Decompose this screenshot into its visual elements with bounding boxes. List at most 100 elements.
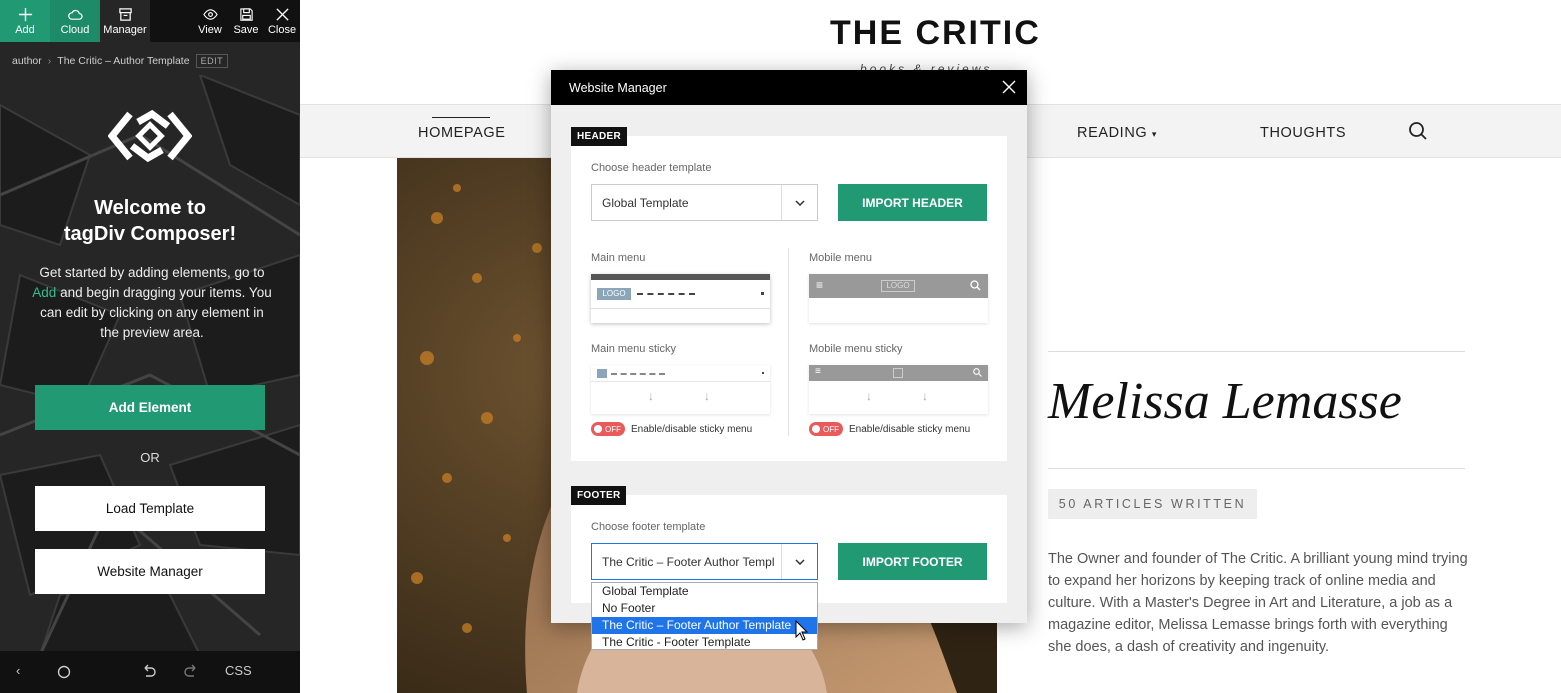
main-menu-sticky-label: Main menu sticky: [591, 343, 676, 355]
manager-button[interactable]: Manager: [100, 0, 150, 42]
nav-thoughts[interactable]: THOUGHTS: [1260, 125, 1346, 141]
mouse-cursor-icon: [795, 620, 809, 641]
toggle-switch[interactable]: OFF: [591, 422, 625, 436]
import-footer-button[interactable]: IMPORT FOOTER: [838, 543, 987, 580]
footer-template-label: Choose footer template: [591, 521, 706, 533]
dropdown-option[interactable]: The Critic - Footer Template: [592, 634, 817, 651]
footer-template-value: The Critic – Footer Author Templ: [602, 555, 775, 569]
arrow-down-icon: ↓: [704, 389, 710, 403]
header-section: HEADER Choose header template Global Tem…: [571, 127, 1007, 461]
arrow-down-icon: ↓: [866, 389, 872, 403]
arrow-down-icon: ↓: [648, 389, 654, 403]
breadcrumb-parent[interactable]: author: [12, 55, 42, 67]
toggle-state: OFF: [605, 424, 621, 434]
chevron-down-icon: [781, 185, 817, 220]
logo-placeholder-icon: [893, 368, 903, 378]
intro-add-link[interactable]: Add: [32, 285, 56, 300]
eye-icon: [202, 8, 218, 20]
dropdown-option[interactable]: No Footer: [592, 600, 817, 617]
back-icon[interactable]: ‹: [16, 663, 20, 678]
modal-header: Website Manager: [551, 70, 1027, 105]
divider: [1048, 351, 1465, 352]
main-menu-label: Main menu: [591, 252, 646, 264]
cloud-label: Cloud: [60, 23, 90, 36]
footer-tag: FOOTER: [571, 486, 627, 505]
save-button[interactable]: Save: [228, 0, 264, 42]
manager-label: Manager: [103, 23, 147, 36]
tagdiv-logo-icon: [108, 109, 192, 163]
dropdown-option-highlighted[interactable]: The Critic – Footer Author Template: [592, 617, 817, 634]
footer-template-select[interactable]: The Critic – Footer Author Templ: [591, 543, 818, 580]
header-tag: HEADER: [571, 127, 628, 146]
footer-template-dropdown: Global Template No Footer The Critic – F…: [591, 582, 818, 650]
nav-reading[interactable]: READING ▾: [1077, 125, 1157, 141]
mobile-menu-label: Mobile menu: [809, 252, 872, 264]
author-name: Melissa Lemasse: [1048, 373, 1402, 430]
website-manager-button[interactable]: Website Manager: [35, 549, 265, 594]
bottom-toolbar: ‹ CSS: [0, 651, 300, 693]
intro-text: Get started by adding elements, go to Ad…: [32, 263, 272, 343]
divider: [1048, 468, 1465, 469]
composer-sidebar: Add Cloud Manager View Save Close author…: [0, 0, 300, 693]
website-manager-modal: Website Manager HEADER Choose header tem…: [551, 70, 1027, 623]
toggle-label: Enable/disable sticky menu: [849, 423, 971, 435]
logo-placeholder: LOGO: [597, 288, 631, 300]
redo-icon[interactable]: [183, 664, 199, 680]
mobile-menu-sticky-preview[interactable]: ≡ ↓ ↓: [809, 365, 988, 414]
dropdown-option[interactable]: Global Template: [592, 583, 817, 600]
arrow-down-icon: ↓: [922, 389, 928, 403]
toggle-state: OFF: [823, 424, 839, 434]
close-button[interactable]: Close: [264, 0, 300, 42]
view-button[interactable]: View: [190, 0, 230, 42]
close-icon: [275, 7, 289, 21]
header-template-select[interactable]: Global Template: [591, 184, 818, 221]
toggle-label: Enable/disable sticky menu: [631, 423, 753, 435]
load-template-button[interactable]: Load Template: [35, 486, 265, 531]
add-button[interactable]: Add: [0, 0, 50, 42]
articles-count-badge: 50 ARTICLES WRITTEN: [1048, 489, 1257, 519]
intro-before: Get started by adding elements, go to: [39, 265, 265, 280]
cloud-icon: [67, 9, 83, 20]
column-divider: [788, 248, 789, 436]
circle-icon[interactable]: [57, 665, 71, 679]
caret-down-icon: ▾: [1151, 129, 1158, 139]
save-label: Save: [233, 23, 259, 36]
logo-placeholder: LOGO: [881, 280, 915, 292]
welcome-line-2: tagDiv Composer!: [63, 223, 237, 245]
plus-icon: [18, 7, 32, 21]
or-divider: OR: [140, 450, 160, 465]
import-header-button[interactable]: IMPORT HEADER: [838, 184, 987, 221]
nav-reading-label: READING: [1077, 125, 1148, 141]
intro-after: and begin dragging your items. You can e…: [40, 285, 272, 340]
nav-homepage[interactable]: HOMEPAGE: [418, 117, 506, 141]
welcome-line-1: Welcome to: [94, 197, 206, 219]
close-label: Close: [267, 23, 297, 36]
view-label: View: [198, 23, 222, 36]
manager-icon: [118, 7, 132, 21]
header-template-label: Choose header template: [591, 162, 712, 174]
search-icon: [973, 368, 982, 377]
search-icon: [970, 280, 981, 291]
breadcrumb-current: The Critic – Author Template: [57, 55, 190, 67]
site-title: THE CRITIC: [830, 14, 1041, 52]
welcome-heading: Welcome to tagDiv Composer!: [0, 195, 300, 247]
breadcrumb: author › The Critic – Author Template ED…: [12, 54, 229, 68]
mobile-menu-sticky-label: Mobile menu sticky: [809, 343, 903, 355]
chevron-down-icon: [781, 544, 817, 579]
search-icon[interactable]: [1408, 121, 1428, 141]
toggle-switch[interactable]: OFF: [809, 422, 843, 436]
add-label: Add: [15, 23, 35, 36]
add-element-button[interactable]: Add Element: [35, 385, 265, 430]
cloud-button[interactable]: Cloud: [50, 0, 100, 42]
breadcrumb-edit-button[interactable]: EDIT: [195, 54, 229, 68]
undo-icon[interactable]: [141, 664, 157, 680]
mobile-menu-preview[interactable]: ≡ LOGO: [809, 274, 988, 323]
mobile-sticky-toggle[interactable]: OFF Enable/disable sticky menu: [809, 422, 970, 436]
author-bio: The Owner and founder of The Critic. A b…: [1048, 551, 1468, 655]
main-sticky-toggle[interactable]: OFF Enable/disable sticky menu: [591, 422, 752, 436]
main-menu-preview[interactable]: LOGO: [591, 274, 770, 323]
main-menu-sticky-preview[interactable]: ↓ ↓: [591, 365, 770, 414]
close-icon[interactable]: [1001, 79, 1017, 95]
css-button[interactable]: CSS: [225, 663, 252, 678]
hamburger-icon: ≡: [816, 278, 824, 292]
